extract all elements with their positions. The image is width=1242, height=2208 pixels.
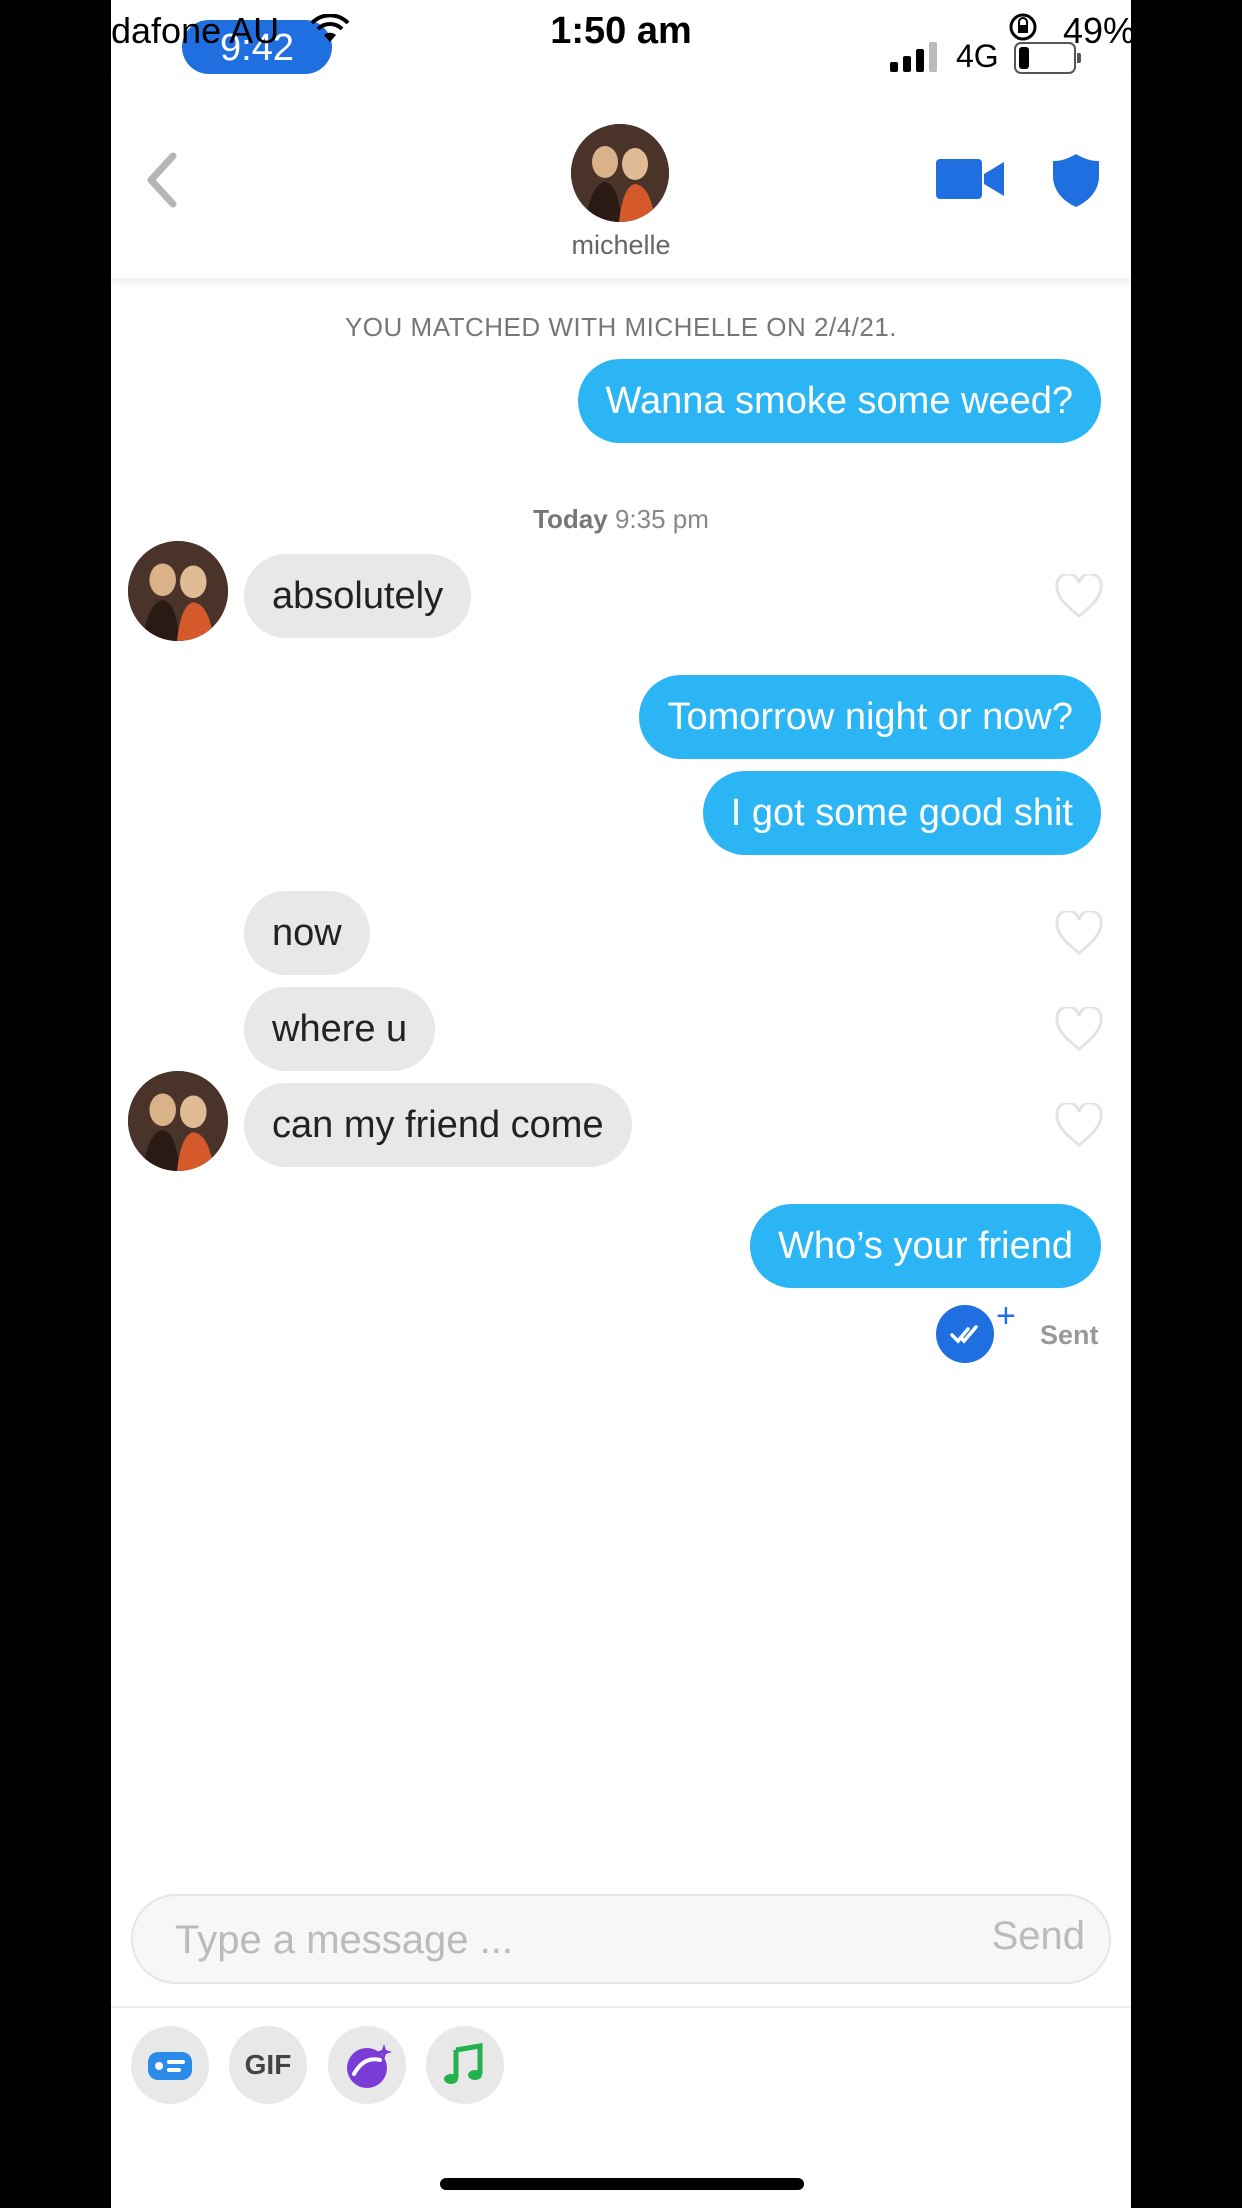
match-avatar[interactable] [128, 541, 228, 641]
back-chevron-icon[interactable] [141, 150, 185, 210]
home-indicator[interactable] [440, 2178, 804, 2190]
match-note: YOU MATCHED WITH MICHELLE ON 2/4/21. [344, 312, 898, 342]
profile-photo [571, 124, 669, 222]
network-label: 4G [956, 38, 999, 74]
shield-icon[interactable] [1051, 152, 1101, 208]
message-composer: Send [131, 1894, 1111, 1984]
sent-status: + Sent [936, 1297, 1101, 1367]
message-outgoing[interactable]: I got some good shit [702, 771, 1101, 855]
message-outgoing[interactable]: Who’s your friend [750, 1204, 1101, 1288]
heart-icon[interactable] [1054, 1103, 1104, 1149]
sticker-button[interactable] [328, 2026, 406, 2104]
message-incoming[interactable]: now [244, 891, 370, 975]
sent-label: Sent [1040, 1320, 1099, 1350]
message-outgoing[interactable]: Wanna smoke some weed? [577, 359, 1101, 443]
music-button[interactable] [426, 2026, 504, 2104]
music-note-icon [444, 2043, 483, 2084]
send-button[interactable]: Send [992, 1914, 1085, 1959]
chat-screen: 4G michelle YOU MATCHED WITH MICHELLE ON… [111, 0, 1131, 2208]
video-icon[interactable] [936, 154, 1006, 204]
sticker-icon [347, 2044, 392, 2088]
day-separator: Today 9:35 pm [111, 504, 1131, 535]
contact-card-button[interactable] [131, 2026, 209, 2104]
rotation-lock-icon [1009, 13, 1037, 41]
message-input[interactable] [173, 1908, 877, 1972]
heart-icon[interactable] [1054, 574, 1104, 620]
battery-icon [1014, 42, 1081, 74]
plus-icon[interactable]: + [996, 1297, 1016, 1336]
message-outgoing[interactable]: Tomorrow night or now? [639, 675, 1101, 759]
message-incoming[interactable]: can my friend come [244, 1083, 632, 1167]
gif-button[interactable]: GIF [229, 2026, 307, 2104]
heart-icon[interactable] [1054, 1007, 1104, 1053]
chat-header: michelle [111, 80, 1131, 278]
match-photo [128, 541, 228, 641]
contact-card-icon [148, 2052, 192, 2080]
toolbar-divider [111, 2006, 1131, 2008]
match-name[interactable]: michelle [111, 230, 1131, 261]
match-photo [128, 1071, 228, 1171]
signal-bars-icon [890, 42, 937, 72]
message-incoming[interactable]: where u [244, 987, 436, 1071]
profile-avatar[interactable] [571, 124, 669, 222]
match-avatar[interactable] [128, 1071, 228, 1171]
day-time: 9:35 pm [614, 504, 709, 534]
day-label: Today [533, 504, 608, 534]
read-receipt-icon[interactable] [936, 1305, 994, 1363]
message-incoming[interactable]: absolutely [244, 554, 472, 638]
heart-icon[interactable] [1054, 911, 1104, 957]
gif-icon: GIF [244, 2049, 292, 2080]
